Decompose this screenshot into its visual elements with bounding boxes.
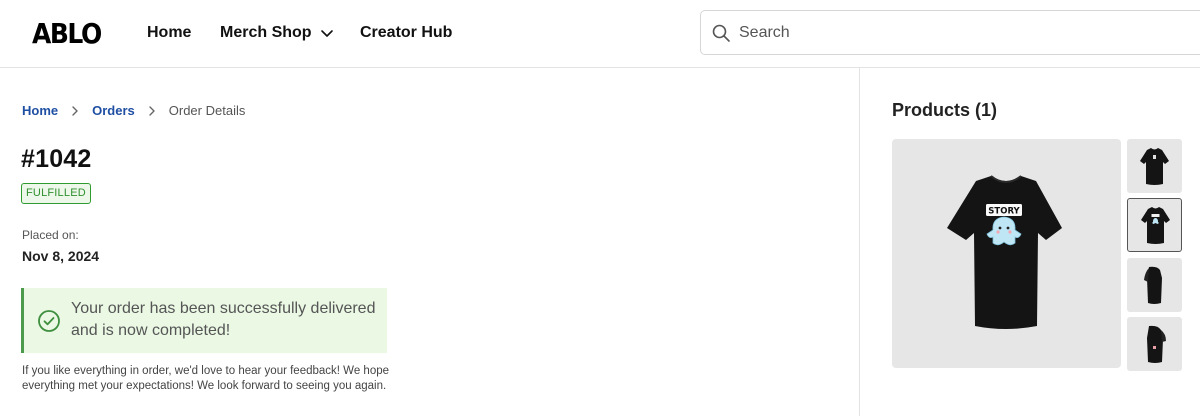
breadcrumb-current: Order Details [168, 103, 246, 118]
product-thumbnail[interactable] [1127, 139, 1182, 193]
top-header: ABLO Home Merch Shop Creator Hub [0, 0, 1200, 68]
feedback-text: If you like everything in order, we'd lo… [22, 365, 390, 392]
product-thumbnail[interactable] [1127, 258, 1182, 312]
chevron-down-icon [320, 30, 333, 37]
nav-creator-hub[interactable]: Creator Hub [360, 23, 452, 43]
tshirt-thumbnail-image [1141, 207, 1170, 244]
status-badge: FULFILLED [21, 183, 91, 204]
tshirt-thumbnail-image [1140, 148, 1169, 185]
search-icon [712, 24, 730, 42]
tshirt-sleeve-image [1147, 325, 1166, 363]
tshirt-front-image: STORY [947, 175, 1062, 329]
product-thumbnail[interactable] [1127, 317, 1182, 371]
panel-divider [859, 68, 860, 416]
chevron-right-icon [149, 105, 155, 116]
breadcrumb-orders[interactable]: Orders [92, 103, 135, 118]
products-title: Products (1) [892, 100, 998, 120]
alert-message: Your order has been successfully deliver… [71, 300, 376, 339]
breadcrumb-home[interactable]: Home [22, 103, 58, 118]
shirt-print-text: STORY [988, 207, 1020, 217]
breadcrumb: Home Orders Order Details [22, 103, 245, 118]
tshirt-side-image [1144, 266, 1162, 304]
placed-on-label: Placed on: [22, 228, 79, 242]
chevron-right-icon [72, 105, 78, 116]
product-thumbnail-selected[interactable] [1127, 198, 1182, 252]
check-circle-icon [38, 310, 60, 332]
nav-merch-shop[interactable]: Merch Shop [220, 23, 334, 43]
nav-home[interactable]: Home [147, 23, 191, 43]
nav-merch-shop-label: Merch Shop [220, 24, 312, 41]
product-main-image[interactable]: STORY [892, 139, 1121, 368]
search-box[interactable] [700, 10, 1200, 55]
placed-on-date: Nov 8, 2024 [22, 248, 100, 264]
search-input[interactable] [739, 21, 1179, 45]
brand-logo[interactable]: ABLO [32, 17, 102, 49]
success-alert: Your order has been successfully deliver… [21, 288, 387, 353]
order-number: #1042 [21, 145, 92, 173]
